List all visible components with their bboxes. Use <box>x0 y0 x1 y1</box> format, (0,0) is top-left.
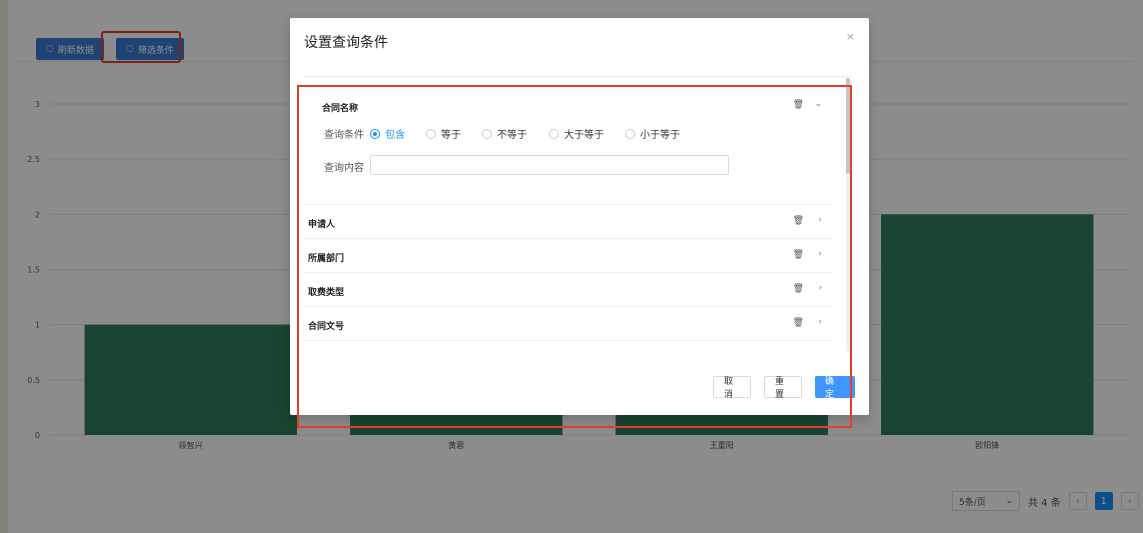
modal-highlight <box>297 85 852 428</box>
close-icon[interactable]: × <box>846 30 855 43</box>
modal-title: 设置查询条件 <box>304 35 388 51</box>
